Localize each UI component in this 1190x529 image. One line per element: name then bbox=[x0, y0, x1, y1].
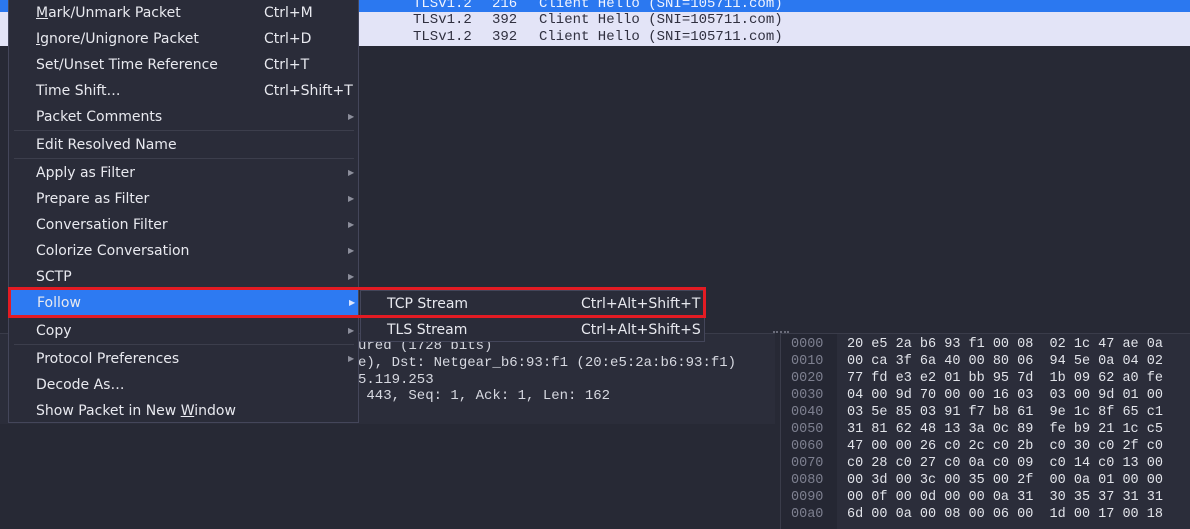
menu-item-apply-as-filter[interactable]: Apply as Filter ▶ bbox=[9, 160, 358, 186]
follow-submenu: TCP Stream Ctrl+Alt+Shift+T TLS Stream C… bbox=[360, 290, 705, 342]
hex-bytes[interactable]: 20 e5 2a b6 93 f1 00 08 02 1c 47 ae 0a bbox=[847, 336, 1163, 353]
hex-bytes[interactable]: 47 00 00 26 c0 2c c0 2b c0 30 c0 2f c0 bbox=[847, 438, 1163, 455]
hex-bytes[interactable]: 03 5e 85 03 91 f7 b8 61 9e 1c 8f 65 c1 bbox=[847, 404, 1163, 421]
hex-offset: 0080 bbox=[791, 473, 824, 488]
hex-offset: 0010 bbox=[791, 354, 824, 369]
menu-item-shortcut: Ctrl+Alt+Shift+T bbox=[581, 296, 701, 312]
packet-context-menu: Mark/Unmark Packet Ctrl+M Ignore/Unignore … bbox=[8, 0, 359, 423]
hex-offset: 0090 bbox=[791, 490, 824, 505]
menu-item-tls-stream[interactable]: TLS Stream Ctrl+Alt+Shift+S bbox=[361, 317, 704, 343]
submenu-arrow-icon: ▶ bbox=[348, 272, 355, 281]
menu-item-label: Copy bbox=[36, 323, 72, 339]
menu-item-label: Protocol Preferences bbox=[36, 351, 180, 367]
menu-item-protocol-preferences[interactable]: Protocol Preferences ▶ bbox=[9, 346, 358, 372]
submenu-arrow-icon: ▶ bbox=[348, 168, 355, 177]
details-line[interactable]: e), Dst: Netgear_b6:93:f1 (20:e5:2a:b6:9… bbox=[358, 355, 736, 371]
menu-item-label: Colorize Conversation bbox=[36, 243, 190, 259]
hex-offset: 0060 bbox=[791, 439, 824, 454]
menu-separator bbox=[14, 158, 354, 159]
menu-item-label: Show Packet in New Window bbox=[36, 403, 236, 419]
info-cell: Client Hello (SNI=105711.com) bbox=[539, 29, 783, 45]
submenu-arrow-icon: ▶ bbox=[348, 354, 355, 363]
protocol-cell: TLSv1.2 bbox=[413, 12, 472, 28]
packet-bytes-pane[interactable]: 0000 20 e5 2a b6 93 f1 00 08 02 1c 47 ae … bbox=[780, 333, 1190, 529]
hex-bytes[interactable]: c0 28 c0 27 c0 0a c0 09 c0 14 c0 13 00 bbox=[847, 455, 1163, 472]
menu-item-label: Set/Unset Time Reference bbox=[36, 57, 218, 73]
hex-bytes[interactable]: 6d 00 0a 00 08 00 06 00 1d 00 17 00 18 bbox=[847, 506, 1163, 523]
menu-item-label: Packet Comments bbox=[36, 109, 163, 125]
submenu-arrow-icon: ▶ bbox=[348, 220, 355, 229]
menu-item-label: Decode As… bbox=[36, 377, 125, 393]
length-cell: 392 bbox=[492, 29, 518, 45]
menu-item-label: Edit Resolved Name bbox=[36, 137, 177, 153]
hex-bytes[interactable]: 04 00 9d 70 00 00 16 03 03 00 9d 01 00 bbox=[847, 387, 1163, 404]
hex-bytes[interactable]: 77 fd e3 e2 01 bb 95 7d 1b 09 62 a0 fe bbox=[847, 370, 1163, 387]
hex-offset: 0070 bbox=[791, 456, 824, 471]
menu-item-label: Conversation Filter bbox=[36, 217, 168, 233]
menu-item-tcp-stream[interactable]: TCP Stream Ctrl+Alt+Shift+T bbox=[361, 291, 704, 317]
hex-offset: 0020 bbox=[791, 371, 824, 386]
menu-item-label: Follow bbox=[37, 295, 81, 311]
menu-item-follow[interactable]: Follow ▶ bbox=[10, 290, 358, 316]
length-cell: 392 bbox=[492, 12, 518, 28]
details-line[interactable]: 5.119.253 bbox=[358, 372, 434, 388]
menu-item-prepare-as-filter[interactable]: Prepare as Filter ▶ bbox=[9, 186, 358, 212]
menu-item-packet-comments[interactable]: Packet Comments ▶ bbox=[9, 104, 358, 130]
hex-offset: 0000 bbox=[791, 337, 824, 352]
menu-item-colorize-conversation[interactable]: Colorize Conversation ▶ bbox=[9, 238, 358, 264]
menu-item-shortcut: Ctrl+D bbox=[264, 31, 312, 47]
menu-separator bbox=[14, 344, 354, 345]
menu-item-label: Mark/Unmark Packet bbox=[36, 5, 181, 21]
menu-item-label: TLS Stream bbox=[387, 322, 468, 338]
details-line[interactable]: 443, Seq: 1, Ack: 1, Len: 162 bbox=[358, 388, 610, 404]
hex-bytes[interactable]: 00 3d 00 3c 00 35 00 2f 00 0a 01 00 00 bbox=[847, 472, 1163, 489]
menu-item-label: SCTP bbox=[36, 269, 72, 285]
menu-item-sctp[interactable]: SCTP ▶ bbox=[9, 264, 358, 290]
menu-item-shortcut: Ctrl+Shift+T bbox=[264, 83, 353, 99]
menu-item-label: Prepare as Filter bbox=[36, 191, 150, 207]
submenu-arrow-icon: ▶ bbox=[348, 194, 355, 203]
submenu-arrow-icon: ▶ bbox=[348, 112, 355, 121]
menu-item-show-packet-in-new-window[interactable]: Show Packet in New Window bbox=[9, 398, 358, 424]
submenu-arrow-icon: ▶ bbox=[349, 298, 356, 307]
submenu-arrow-icon: ▶ bbox=[348, 246, 355, 255]
hex-offset: 0050 bbox=[791, 422, 824, 437]
submenu-arrow-icon: ▶ bbox=[348, 326, 355, 335]
menu-item-conversation-filter[interactable]: Conversation Filter ▶ bbox=[9, 212, 358, 238]
menu-item-edit-resolved-name[interactable]: Edit Resolved Name bbox=[9, 132, 358, 158]
menu-item-shortcut: Ctrl+M bbox=[264, 5, 313, 21]
menu-item-label: TCP Stream bbox=[387, 296, 469, 312]
menu-item-copy[interactable]: Copy ▶ bbox=[9, 318, 358, 344]
menu-item-ignore-unignore-packet[interactable]: Ignore/Unignore Packet Ctrl+D bbox=[9, 26, 358, 52]
menu-item-decode-as[interactable]: Decode As… bbox=[9, 372, 358, 398]
menu-item-label: Ignore/Unignore Packet bbox=[36, 31, 199, 47]
menu-item-shortcut: Ctrl+T bbox=[264, 57, 310, 73]
menu-item-label: Time Shift… bbox=[36, 83, 121, 99]
hex-offset: 0030 bbox=[791, 388, 824, 403]
menu-item-set-unset-time-reference[interactable]: Set/Unset Time Reference Ctrl+T bbox=[9, 52, 358, 78]
hex-offset: 0040 bbox=[791, 405, 824, 420]
menu-item-time-shift[interactable]: Time Shift… Ctrl+Shift+T bbox=[9, 78, 358, 104]
menu-separator bbox=[14, 130, 354, 131]
hex-bytes[interactable]: 00 ca 3f 6a 40 00 80 06 94 5e 0a 04 02 bbox=[847, 353, 1163, 370]
menu-item-mark-unmark-packet[interactable]: Mark/Unmark Packet Ctrl+M bbox=[9, 0, 358, 26]
hex-offset: 00a0 bbox=[791, 507, 824, 522]
protocol-cell: TLSv1.2 bbox=[413, 29, 472, 45]
hex-bytes[interactable]: 00 0f 00 0d 00 00 0a 31 30 35 37 31 31 bbox=[847, 489, 1163, 506]
info-cell: Client Hello (SNI=105711.com) bbox=[539, 12, 783, 28]
menu-item-shortcut: Ctrl+Alt+Shift+S bbox=[581, 322, 701, 338]
menu-item-label: Apply as Filter bbox=[36, 165, 135, 181]
hex-bytes[interactable]: 31 81 62 48 13 3a 0c 89 fe b9 21 1c c5 bbox=[847, 421, 1163, 438]
